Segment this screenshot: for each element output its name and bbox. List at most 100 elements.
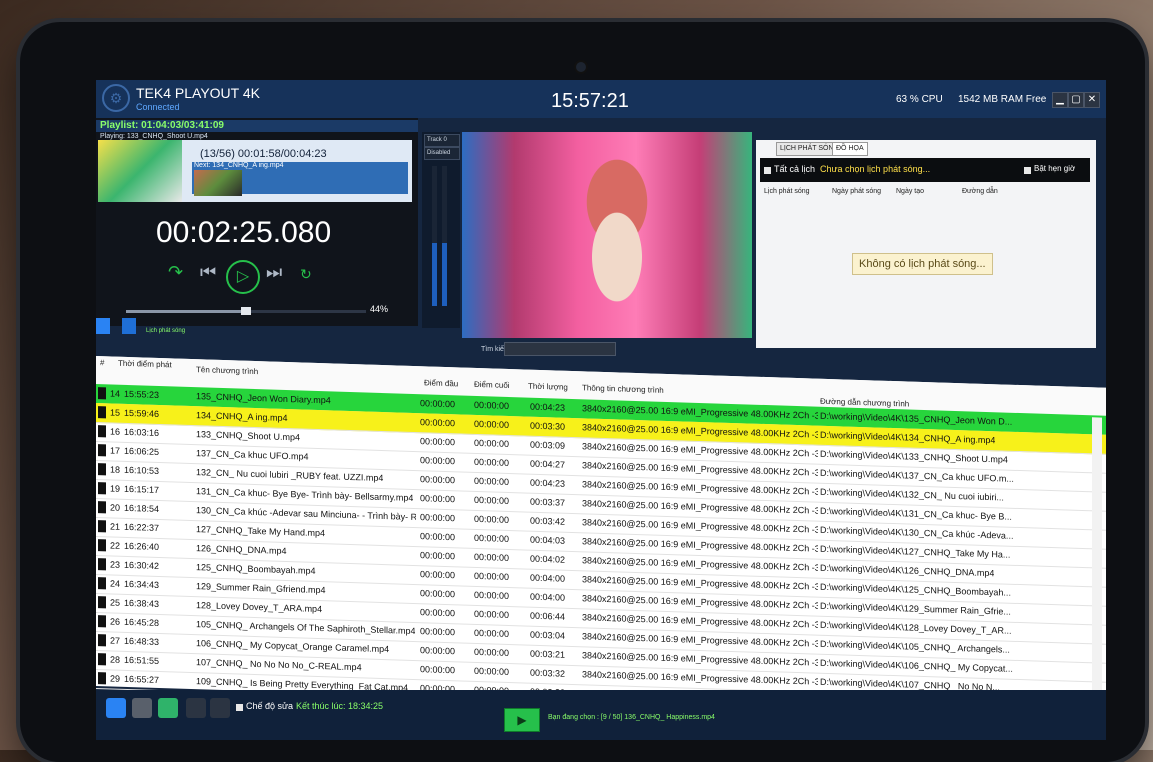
cell-info: 3840x2160@25.00 16:9 eMI_Progressive 48.… bbox=[582, 460, 818, 478]
edit-mode-checkbox[interactable] bbox=[236, 704, 243, 711]
cell-name: 106_CNHQ_ My Copycat_Orange Caramel.mp4 bbox=[196, 638, 390, 655]
cell-in: 00:00:00 bbox=[420, 493, 456, 505]
cell-path: D:\working\Video\4K\132_CN_ Nu cuoi iubi… bbox=[820, 486, 1004, 503]
col-air-time[interactable]: Thời điểm phát bbox=[118, 359, 172, 370]
end-time: Kết thúc lúc: 18:34:25 bbox=[296, 701, 384, 711]
cell-info: 3840x2160@25.00 16:9 eMI_Progressive 48.… bbox=[582, 650, 818, 668]
cell-t: 16:15:17 bbox=[124, 483, 160, 495]
table-scrollbar[interactable] bbox=[1092, 417, 1102, 716]
mode-select[interactable]: Disabled bbox=[424, 147, 460, 160]
cell-info: 3840x2160@25.00 16:9 eMI_Progressive 48.… bbox=[582, 555, 818, 573]
cell-dur: 00:03:04 bbox=[530, 629, 566, 641]
cell-t: 16:30:42 bbox=[124, 559, 160, 571]
timer-checkbox[interactable] bbox=[1024, 167, 1031, 174]
col-index[interactable]: # bbox=[100, 358, 104, 367]
col-in[interactable]: Điểm đầu bbox=[424, 378, 458, 388]
audio-meter: Track 0 Disabled bbox=[422, 132, 460, 328]
vu-right bbox=[442, 166, 447, 306]
cell-t: 15:55:23 bbox=[124, 388, 160, 400]
gear-icon[interactable]: ⚙ bbox=[102, 84, 130, 112]
col-name[interactable]: Tên chương trình bbox=[196, 365, 258, 376]
cell-info: 3840x2160@25.00 16:9 eMI_Progressive 48.… bbox=[582, 536, 818, 554]
ram-free: 1542 MB RAM Free bbox=[958, 94, 1047, 105]
chat-icon[interactable] bbox=[158, 698, 178, 718]
row-file-icon bbox=[98, 539, 106, 552]
cell-info: 3840x2160@25.00 16:9 eMI_Progressive 48.… bbox=[582, 593, 818, 611]
row-file-icon bbox=[98, 634, 106, 647]
seek-bar[interactable] bbox=[126, 307, 366, 315]
cell-out: 00:00:00 bbox=[474, 513, 510, 525]
col-schedule[interactable]: Lịch phát sóng bbox=[764, 188, 810, 195]
search-input[interactable] bbox=[504, 342, 616, 356]
refresh-icon[interactable]: ↻ bbox=[300, 266, 312, 283]
timecode: 00:02:25.080 bbox=[156, 216, 332, 249]
cell-dur: 00:03:42 bbox=[530, 515, 566, 527]
close-button[interactable]: ✕ bbox=[1084, 92, 1100, 108]
track-select[interactable]: Track 0 bbox=[424, 134, 460, 147]
new-file-icon[interactable] bbox=[106, 698, 126, 718]
move-up-icon[interactable] bbox=[210, 698, 230, 718]
previous-icon[interactable]: ⏮ bbox=[200, 262, 216, 283]
cell-t: 16:18:54 bbox=[124, 502, 160, 514]
playing-file: Playing: 133_CNHQ_Shoot U.mp4 bbox=[100, 133, 208, 140]
playlist-time: Playlist: 01:04:03/03:41:09 bbox=[96, 120, 418, 132]
cell-name: 132_CN_ Nu cuoi lubiri _RUBY feat. UZZI.… bbox=[196, 467, 384, 484]
all-label: Tất cả lịch bbox=[774, 164, 816, 174]
cell-path: D:\working\Video\4K\131_CN_Ca khuc- Bye … bbox=[820, 505, 1012, 522]
col-info[interactable]: Thông tin chương trình bbox=[582, 383, 664, 395]
row-file-icon bbox=[98, 520, 106, 533]
cell-n: 29 bbox=[110, 673, 121, 684]
cell-n: 21 bbox=[110, 521, 121, 532]
cell-name: 134_CNHQ_A ing.mp4 bbox=[196, 410, 288, 424]
maximize-button[interactable]: ▢ bbox=[1068, 92, 1084, 108]
cell-name: 128_Lovey Dovey_T_ARA.mp4 bbox=[196, 600, 323, 615]
broadcast-icon[interactable] bbox=[132, 698, 152, 718]
cell-dur: 00:03:32 bbox=[530, 667, 566, 679]
cell-info: 3840x2160@25.00 16:9 eMI_Progressive 48.… bbox=[582, 574, 818, 592]
cell-t: 16:22:37 bbox=[124, 521, 160, 533]
cell-in: 00:00:00 bbox=[420, 455, 456, 467]
col-created[interactable]: Ngày tạo bbox=[896, 188, 924, 195]
col-duration[interactable]: Thời lượng bbox=[528, 382, 568, 392]
cell-info: 3840x2160@25.00 16:9 eMI_Progressive 48.… bbox=[582, 517, 818, 535]
seek-handle[interactable] bbox=[241, 307, 251, 315]
row-file-icon bbox=[98, 387, 106, 400]
cell-info: 3840x2160@25.00 16:9 eMI_Progressive 48.… bbox=[582, 441, 818, 459]
cell-out: 00:00:00 bbox=[474, 570, 510, 582]
loop-icon[interactable]: ↷ bbox=[168, 262, 183, 283]
cell-n: 27 bbox=[110, 635, 121, 646]
play-button[interactable]: ▷ bbox=[226, 260, 260, 294]
all-checkbox[interactable] bbox=[764, 167, 771, 174]
app-title: TEK4 PLAYOUT 4K bbox=[136, 85, 260, 101]
cell-dur: 00:03:09 bbox=[530, 439, 566, 451]
cell-in: 00:00:00 bbox=[420, 626, 456, 638]
cell-t: 16:38:43 bbox=[124, 597, 160, 609]
delete-icon[interactable] bbox=[122, 318, 136, 334]
col-air-date[interactable]: Ngày phát sóng bbox=[832, 188, 881, 195]
next-icon[interactable]: ⏭ bbox=[266, 262, 282, 283]
minimize-button[interactable]: ▁ bbox=[1052, 92, 1068, 108]
empty-schedule-message: Không có lịch phát sóng... bbox=[852, 253, 993, 275]
col-out[interactable]: Điểm cuối bbox=[474, 380, 510, 390]
camera-icon bbox=[576, 62, 586, 72]
cell-out: 00:00:00 bbox=[474, 532, 510, 544]
tab-graphics[interactable]: ĐỒ HỌA bbox=[832, 142, 868, 156]
row-file-icon bbox=[98, 501, 106, 514]
trash-icon[interactable] bbox=[186, 698, 206, 718]
cell-n: 14 bbox=[110, 388, 121, 399]
schedule-link[interactable]: Lịch phát sóng bbox=[146, 328, 185, 334]
cell-path: D:\working\Video\4K\133_CNHQ_Shoot U.mp4 bbox=[820, 448, 1008, 465]
col-path[interactable]: Đường dẫn bbox=[962, 188, 998, 195]
row-file-icon bbox=[98, 615, 106, 628]
cell-path: D:\working\Video\4K\125_CNHQ_Boombayah..… bbox=[820, 581, 1011, 598]
cell-out: 00:00:00 bbox=[474, 551, 510, 563]
cell-path: D:\working\Video\4K\127_CNHQ_Take My Ha.… bbox=[820, 543, 1011, 560]
cell-out: 00:00:00 bbox=[474, 456, 510, 468]
play-now-button[interactable]: ▶ bbox=[504, 708, 540, 732]
cell-path: D:\working\Video\4K\134_CNHQ_A ing.mp4 bbox=[820, 429, 996, 446]
cell-out: 00:00:00 bbox=[474, 475, 510, 487]
save-icon[interactable] bbox=[96, 318, 110, 334]
seek-fill bbox=[126, 310, 246, 313]
cell-n: 18 bbox=[110, 464, 121, 475]
cell-n: 23 bbox=[110, 559, 121, 570]
